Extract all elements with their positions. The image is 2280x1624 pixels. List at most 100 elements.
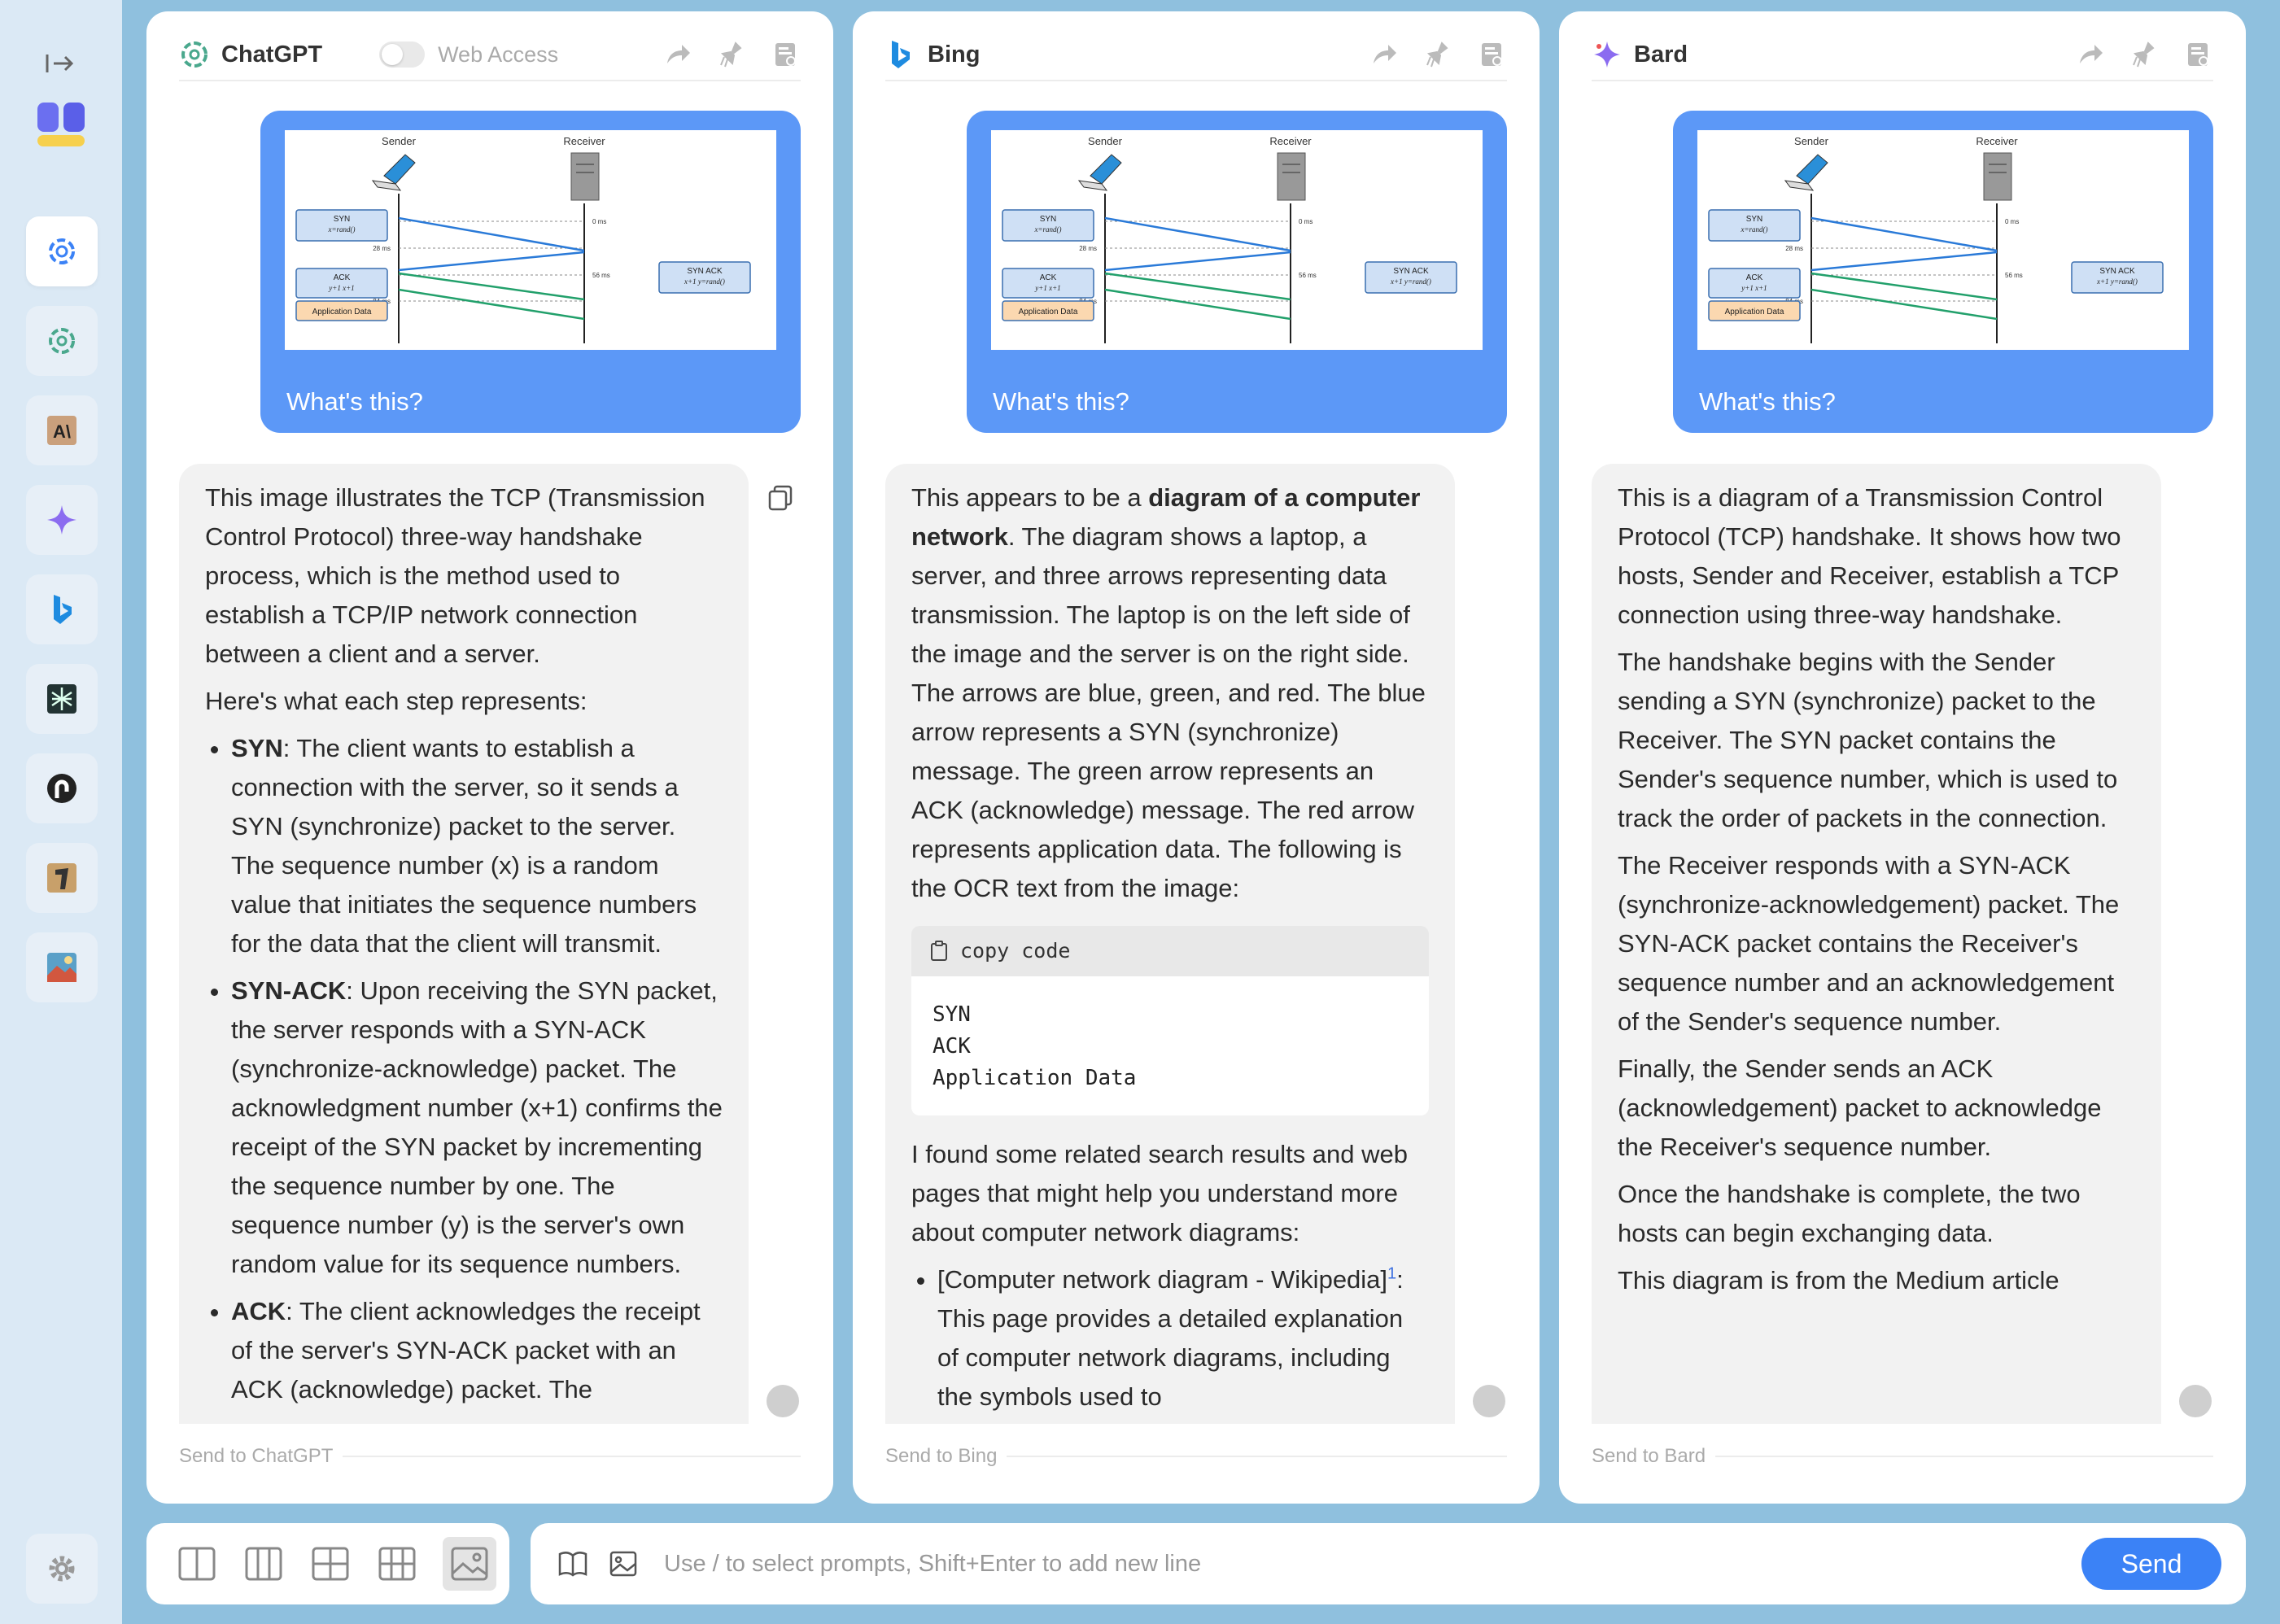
sidebar: A\ [0,0,122,1624]
answer-list-item: ACK: The client acknowledges the receipt… [231,1292,723,1409]
chat-panel-bing: Bing SenderReceiver0 ms28 ms56 ms84 msSY… [853,11,1540,1504]
history-button[interactable] [2182,39,2213,70]
layout-6-grid-button[interactable] [376,1543,418,1585]
scroll-to-bottom-button[interactable] [2179,1385,2212,1417]
copy-code-button[interactable]: copy code [911,926,1429,976]
history-button[interactable] [1476,39,1507,70]
history-icon [2188,43,2208,66]
layout-image-button[interactable] [443,1537,496,1591]
settings-button[interactable] [26,1534,98,1604]
answer-paragraph: Finally, the Sender sends an ACK (acknow… [1618,1054,2102,1161]
layout-3-col-button[interactable] [242,1543,285,1585]
sidebar-item-bing[interactable] [26,574,98,644]
sidebar-item-huggingchat[interactable] [26,753,98,823]
svg-text:ACK: ACK [1746,273,1763,282]
receiver-label: Receiver [1976,135,2018,147]
time-tick-label: 28 ms [373,245,391,252]
clear-button[interactable] [716,39,747,70]
user-prompt-bubble: SenderReceiver0 ms28 ms56 ms84 msSYNx=ra… [260,111,801,433]
tcp-handshake-image: SenderReceiver0 ms28 ms56 ms84 msSYNx=ra… [285,130,776,350]
scroll-to-bottom-button[interactable] [767,1385,799,1417]
svg-text:SYN: SYN [1040,215,1057,224]
time-tick-label: 0 ms [2005,218,2019,225]
layout-2-col-button[interactable] [176,1543,218,1585]
answer-list: SYN: The client wants to establish a con… [205,729,723,1409]
expand-sidebar-icon[interactable] [42,47,78,80]
answer-paragraph: This image illustrates the TCP (Transmis… [205,483,705,668]
layout-2-col-icon [178,1547,216,1581]
clear-button[interactable] [1422,39,1453,70]
chatgpt-icon [49,328,75,354]
answer-paragraph: The handshake begins with the Sender sen… [1618,648,2118,832]
web-access-toggle[interactable]: Web Access [379,41,558,68]
clear-button[interactable] [2129,39,2160,70]
sidebar-item-perplexity[interactable] [26,664,98,734]
copy-code-label: copy code [960,939,1071,963]
time-tick-label: 0 ms [1299,218,1313,225]
layout-switcher [146,1523,509,1604]
server-icon [1983,152,2012,201]
layout-4-grid-icon [312,1547,349,1581]
broom-icon [720,41,742,68]
answer-paragraph: Once the handshake is complete, the two … [1618,1180,2081,1247]
sidebar-item-bard[interactable] [26,485,98,555]
send-button[interactable]: Send [2081,1538,2221,1590]
history-button[interactable] [770,39,801,70]
sender-label: Sender [1088,135,1123,147]
code-content: SYN ACK Application Data [911,976,1429,1115]
sidebar-item-claude[interactable]: A\ [26,395,98,465]
sidebar-item-chatgpt[interactable] [26,306,98,376]
svg-text:SYN ACK: SYN ACK [1393,267,1429,276]
share-icon [667,45,690,63]
layout-image-icon [451,1547,488,1581]
receiver-label: Receiver [1269,135,1312,147]
sidebar-item-image-model[interactable] [26,932,98,1002]
panel-title: ChatGPT [221,41,323,68]
answer-list-item: SYN: The client wants to establish a con… [231,729,723,963]
huggingchat-icon [47,774,76,803]
server-icon [1277,152,1306,201]
layout-4-grid-button[interactable] [309,1543,352,1585]
bard-sparkle-icon [1592,39,1623,70]
time-tick-label: 56 ms [592,272,610,279]
copy-answer-button[interactable] [765,482,797,514]
prompt-library-button[interactable] [555,1546,591,1582]
prompt-input[interactable] [664,1550,2081,1578]
sidebar-item-openai[interactable] [26,216,98,286]
bing-icon [885,39,916,70]
send-to-label: Send to Bard [1592,1445,1706,1467]
svg-text:ACK: ACK [334,273,351,282]
svg-text:y+1 x+1: y+1 x+1 [1741,284,1767,292]
citation-link[interactable]: 1 [1387,1265,1396,1283]
answer-paragraph: Here's what each step represents: [205,687,587,715]
server-icon [570,152,600,201]
panel-title: Bing [928,41,981,68]
upload-image-button[interactable] [605,1546,641,1582]
svg-text:x=rand(): x=rand() [327,225,355,234]
share-button[interactable] [662,39,693,70]
history-icon [775,43,796,66]
receiver-label: Receiver [563,135,605,147]
share-button[interactable] [2075,39,2106,70]
toggle-switch[interactable] [379,41,426,68]
sender-label: Sender [1794,135,1829,147]
answer-paragraph: The Receiver responds with a SYN-ACK (sy… [1618,851,2120,1036]
svg-text:ACK: ACK [1040,273,1057,282]
sidebar-item-llama[interactable] [26,843,98,913]
send-to-label: Send to Bing [885,1445,998,1467]
copy-icon [768,485,793,511]
panel-title: Bard [1634,41,1688,68]
tcp-handshake-image: SenderReceiver0 ms28 ms56 ms84 msSYNx=ra… [1697,130,2189,350]
user-prompt-text: What's this? [993,387,1129,416]
scroll-to-bottom-button[interactable] [1473,1385,1505,1417]
time-tick-label: 28 ms [1079,245,1097,252]
clipboard-icon [931,941,947,961]
panel-header: ChatGPT Web Access [179,29,801,81]
bot-answer-bubble: This image illustrates the TCP (Transmis… [179,464,749,1424]
source-link[interactable]: [Computer network diagram - Wikipedia] [937,1265,1387,1294]
perplexity-icon [47,684,76,714]
svg-text:x+1 y=rand(): x+1 y=rand() [684,277,725,286]
sender-label: Sender [382,135,417,147]
share-button[interactable] [1369,39,1400,70]
send-to-divider: Send to Bing [885,1445,1507,1468]
